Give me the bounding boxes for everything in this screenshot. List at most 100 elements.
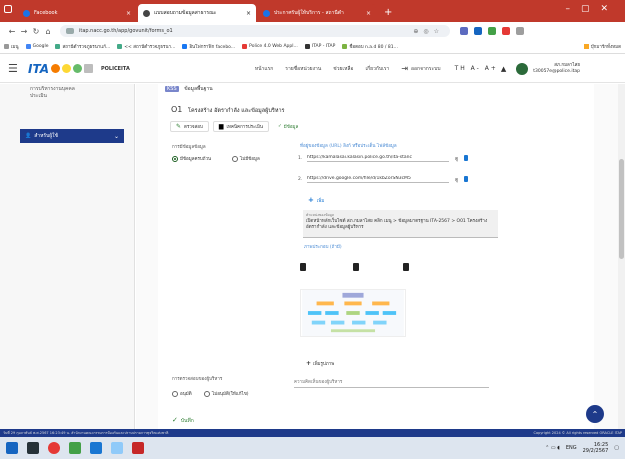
nav-help[interactable]: ช่วยเหลือ (333, 65, 353, 73)
taskbar-app-icon[interactable] (69, 442, 81, 454)
button-label: บันทึก (180, 418, 194, 424)
bookmark-item[interactable]: << สถานีตำรวจภูธรนา... (117, 43, 175, 50)
logout-icon[interactable]: ⇥ (401, 64, 408, 73)
home-icon[interactable]: ⌂ (42, 27, 54, 36)
tab-title: Facebook (34, 10, 58, 16)
delete-image-icon[interactable] (403, 263, 409, 271)
delete-link-icon[interactable] (464, 176, 468, 182)
user-email: t30057e@police.itap (533, 68, 580, 74)
view-link-button[interactable]: ดู (455, 155, 458, 162)
assessment-technique-button[interactable]: ▆ เทคนิคการประเมิน (212, 121, 270, 132)
sidebar-item-user-section[interactable]: 👤 สำหรับผู้ใช้ ⌄ (20, 129, 124, 143)
extension-icon[interactable] (460, 27, 468, 35)
delete-image-icon[interactable] (353, 263, 359, 271)
browser-tab-facebook[interactable]: Facebook × (18, 4, 136, 22)
tray-icons[interactable]: ⌃ ▭ ◖ (545, 445, 560, 451)
nav-about[interactable]: เกี่ยวกับเรา (365, 65, 389, 73)
close-tab-icon[interactable]: × (246, 10, 251, 17)
pdf-icon[interactable] (132, 442, 144, 454)
button-label: เพิ่ม (316, 199, 325, 204)
radio-has-data[interactable]: มีข้อมูลครบถ้วน (172, 155, 211, 162)
section-title: ข้อมูลพื้นฐาน (184, 86, 213, 92)
hamburger-menu-icon[interactable]: ☰ (8, 62, 22, 75)
add-link-button[interactable]: + เพิ่ม (308, 196, 324, 204)
org-structure-image (300, 289, 406, 337)
data-location-field[interactable]: ตำแหน่งของข้อมูล เปิดหน้าหลักเว็บไซต์ สภ… (303, 210, 498, 238)
top-nav: หน้าแรก รายชื่อหน่วยงาน ช่วยเหลือ เกี่ยว… (255, 64, 441, 73)
bookmark-item[interactable]: ชื่อตอบ n.a.d 80 / 81... (342, 43, 398, 50)
link-row: 2. https://drive.google.com/file/d/1kbZo… (298, 173, 468, 185)
bookmark-icon (304, 44, 310, 49)
bookmark-label: อินโฟกราฟิก facebo... (189, 45, 236, 50)
nav-agencies[interactable]: รายชื่อหน่วยงาน (285, 65, 321, 73)
nav-home[interactable]: หน้าแรก (255, 65, 273, 73)
view-link-button[interactable]: ดู (455, 176, 458, 183)
close-tab-icon[interactable]: × (366, 10, 371, 17)
delete-image-icon[interactable] (300, 263, 306, 271)
taskbar-app-icon[interactable] (111, 442, 123, 454)
notification-bell-icon[interactable]: ▲ (501, 65, 506, 73)
url-field[interactable]: itap.nacc.go.th/app/govunit/forms_o1 ⊕◎☆ (60, 25, 450, 37)
menu-icon[interactable] (516, 27, 524, 35)
item-code: O1 (171, 105, 183, 114)
delete-link-icon[interactable] (464, 155, 468, 161)
review-button[interactable]: ✎ ตรวจสอบ (170, 121, 209, 132)
nav-logout[interactable]: ออกจากระบบ (411, 65, 441, 73)
tab-actions-icon[interactable] (4, 5, 12, 13)
section-badge: KSS (165, 86, 179, 92)
add-image-button[interactable]: + เพิ่มรูปภาพ (306, 360, 334, 367)
windows-start-icon[interactable] (6, 442, 18, 454)
profile-icon[interactable] (502, 27, 510, 35)
bookmark-item[interactable]: Police 4.0 Web Appl... (242, 44, 298, 49)
scroll-to-top-button[interactable]: ⌃ (586, 405, 604, 423)
save-button[interactable]: ✓ บันทึก (172, 416, 194, 425)
main-content: KSS ข้อมูลพื้นฐาน O1 โครงสร้าง อัตรากำลั… (136, 84, 618, 429)
omnibox-actions[interactable]: ⊕◎☆ (413, 28, 444, 35)
new-tab-button[interactable]: + (378, 4, 398, 22)
tab-title: ประกาศรับผู้ให้บริการ - สถานีตำ (274, 10, 344, 16)
page-scrollbar[interactable] (618, 84, 625, 429)
radio-reject[interactable]: ไม่อนุมัติ(ให้แก้ไข) (204, 390, 249, 397)
extension-icon[interactable] (488, 27, 496, 35)
site-info-icon[interactable] (66, 28, 74, 34)
font-size-controls[interactable]: TH A- A+ (455, 65, 498, 72)
extension-icon[interactable] (474, 27, 482, 35)
back-icon[interactable]: ← (6, 27, 18, 36)
notification-icon[interactable]: ▢ (614, 445, 619, 451)
bookmark-item[interactable]: ITAP - ITAP (304, 44, 336, 49)
scrollbar-thumb[interactable] (619, 159, 624, 259)
bookmark-item[interactable]: เมนู (4, 43, 19, 50)
browser-tab-itap-form[interactable]: แบบสอบถามข้อมูลสาธารณะ × (138, 4, 256, 22)
google-icon (25, 44, 31, 49)
reviewer-comment-input[interactable]: ความคิดเห็นของผู้บริหาร (294, 378, 489, 388)
avatar (516, 62, 529, 75)
bookmark-label: ITAP - ITAP (311, 44, 336, 49)
clock[interactable]: 16:25 29/2/2567 (583, 442, 609, 454)
chevron-up-icon: ⌃ (591, 409, 599, 419)
close-tab-icon[interactable]: × (126, 10, 131, 17)
user-menu[interactable]: สภ.กมลาไสย t30057e@police.itap (516, 62, 580, 75)
site-icon (143, 9, 150, 17)
chrome-icon[interactable] (48, 442, 60, 454)
language-indicator[interactable]: ENG (566, 445, 577, 451)
word-icon[interactable] (90, 442, 102, 454)
sidebar-item-previous[interactable]: การบริหารงานบุคคล ประเมิน (0, 84, 134, 100)
bookmark-item[interactable]: อินโฟกราฟิก facebo... (182, 43, 235, 50)
all-bookmarks[interactable]: บุ๊กมาร์กทั้งหมด (583, 43, 621, 50)
item-actions: ✎ ตรวจสอบ ▆ เทคนิคการประเมิน ✓ มีข้อมูล (170, 121, 304, 132)
link-url-input[interactable]: https://kamalasai.kalasin.police.go.th/i… (307, 155, 450, 162)
reload-icon[interactable]: ↻ (30, 27, 42, 36)
forward-icon[interactable]: → (18, 27, 30, 36)
document-icon: ▆ (218, 123, 224, 130)
facebook-icon (182, 44, 188, 49)
link-url-input[interactable]: https://drive.google.com/file/d/1kbZorSN… (307, 176, 450, 183)
window-controls[interactable]: –▢✕ (565, 4, 619, 14)
browser-tab-announcement[interactable]: ประกาศรับผู้ให้บริการ - สถานีตำ × (258, 4, 376, 22)
bookmark-item[interactable]: Google (25, 44, 48, 49)
bookmark-item[interactable]: สถานีตำรวจภูธรนาแก้... (55, 43, 110, 50)
radio-approve[interactable]: อนุมัติ (172, 390, 192, 397)
taskbar-app-icon[interactable] (27, 442, 39, 454)
data-availability-label: การมีข้อมูลข้อมูล (172, 145, 206, 150)
user-info: สภ.กมลาไสย t30057e@police.itap (533, 63, 580, 75)
radio-no-data[interactable]: ไม่มีข้อมูล (232, 155, 260, 162)
